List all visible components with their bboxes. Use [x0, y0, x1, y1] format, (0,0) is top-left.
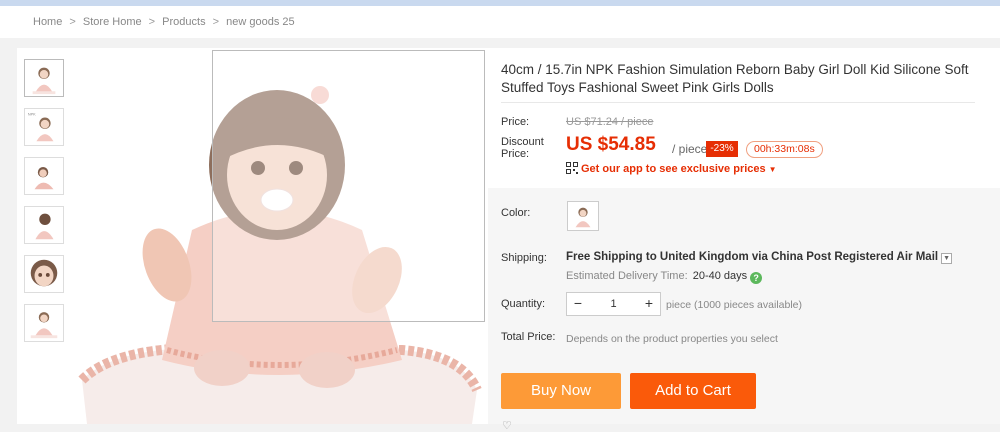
delivery-value: 20-40 days — [692, 270, 748, 282]
quantity-stepper: − + — [566, 292, 661, 316]
buy-now-button[interactable]: Buy Now — [501, 373, 621, 409]
countdown-timer: 00h:33m:08s — [746, 141, 823, 158]
total-price-label: Total Price: — [501, 331, 556, 343]
help-icon[interactable]: ? — [750, 272, 763, 284]
discount-price-label: Discount Price: — [501, 136, 544, 160]
price-label: Price: — [501, 116, 530, 128]
discount-percent-badge: -23% — [706, 141, 738, 157]
shipping-method[interactable]: Free Shipping to United Kingdom via Chin… — [566, 251, 953, 264]
svg-text:NPK: NPK — [28, 113, 36, 117]
color-label: Color: — [501, 207, 531, 219]
delivery-label: Estimated Delivery Time: — [566, 270, 688, 282]
shipping-text: Free Shipping to United Kingdom via Chin… — [566, 251, 939, 263]
discount-price: US $54.85 — [566, 134, 656, 155]
thumbnail-list: NPK — [24, 59, 66, 353]
total-price-note: Depends on the product properties you se… — [566, 333, 778, 345]
estimated-delivery: Estimated Delivery Time: 20-40 days? — [566, 270, 763, 284]
quantity-input[interactable] — [589, 293, 638, 315]
thumbnail-6[interactable] — [24, 304, 64, 342]
breadcrumb-home[interactable]: Home — [33, 16, 62, 28]
original-price: US $71.24 / piece — [566, 116, 654, 128]
quantity-decrease-button[interactable]: − — [567, 293, 589, 315]
color-thumbnail-icon — [575, 207, 591, 228]
shipping-label: Shipping: — [501, 252, 547, 264]
availability-text: piece (1000 pieces available) — [666, 299, 803, 311]
thumbnail-3[interactable] — [24, 157, 64, 195]
app-promo-text: Get our app to see exclusive prices — [581, 163, 766, 175]
quantity-label: Quantity: — [501, 298, 546, 310]
wishlist-heart-icon[interactable]: ♡ — [502, 419, 512, 432]
breadcrumb-store-home[interactable]: Store Home — [83, 16, 142, 28]
breadcrumb: Home > Store Home > Products > new goods… — [33, 16, 299, 28]
thumbnail-1[interactable] — [24, 59, 64, 97]
shipping-dropdown-icon[interactable]: ▼ — [941, 253, 953, 264]
add-to-cart-button[interactable]: Add to Cart — [630, 373, 756, 409]
product-title: 40cm / 15.7in NPK Fashion Simulation Reb… — [501, 62, 969, 95]
divider — [501, 102, 975, 103]
breadcrumb-separator: > — [69, 16, 76, 28]
caret-down-icon: ▼ — [768, 165, 777, 174]
breadcrumb-current[interactable]: new goods 25 — [226, 16, 295, 28]
thumbnail-4[interactable] — [24, 206, 64, 244]
quantity-increase-button[interactable]: + — [638, 293, 660, 315]
zoom-lens — [212, 50, 485, 322]
color-option[interactable] — [567, 201, 599, 231]
thumbnail-2[interactable]: NPK — [24, 108, 64, 146]
breadcrumb-products[interactable]: Products — [162, 16, 205, 28]
breadcrumb-separator: > — [148, 16, 156, 28]
thumbnail-5[interactable] — [24, 255, 64, 293]
product-info: 40cm / 15.7in NPK Fashion Simulation Reb… — [488, 48, 1000, 432]
price-unit: / piece — [672, 142, 708, 156]
breadcrumb-separator: > — [212, 16, 220, 28]
qr-code-icon — [566, 162, 578, 174]
app-promo-link[interactable]: Get our app to see exclusive prices ▼ — [566, 162, 777, 175]
